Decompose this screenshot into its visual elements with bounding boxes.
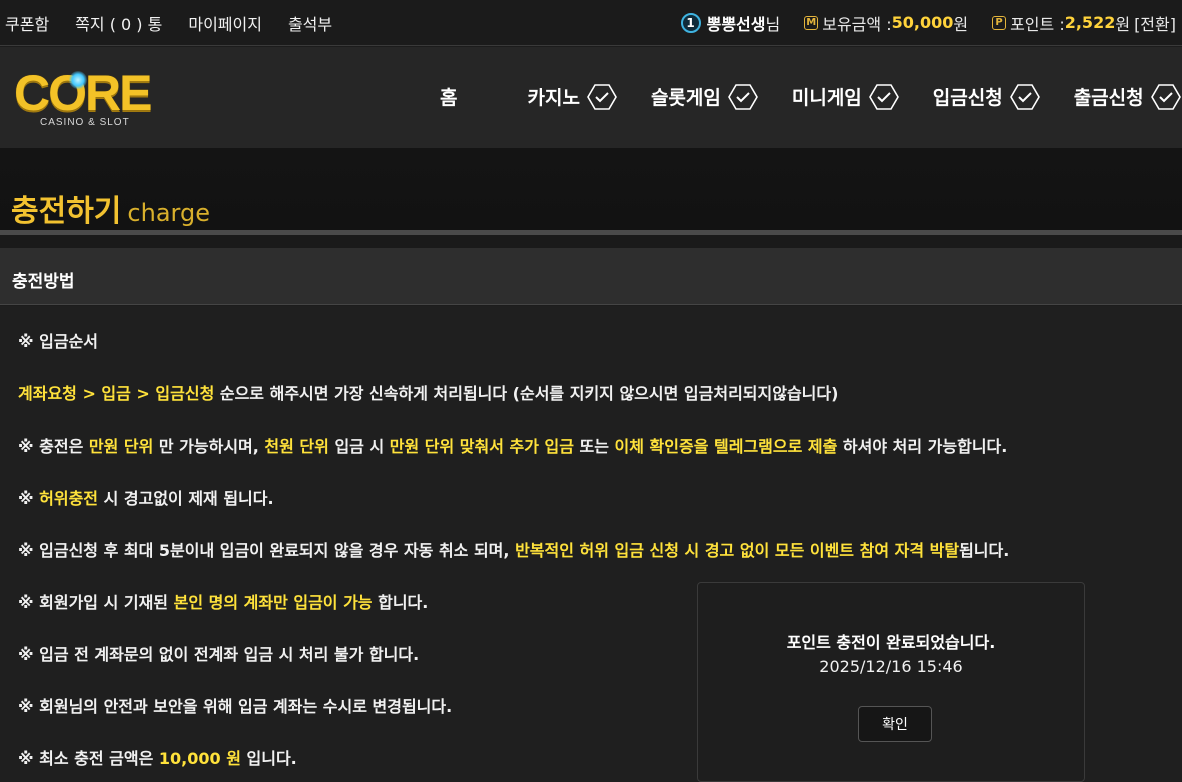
page-title-band: 충전하기 charge <box>0 148 1182 230</box>
instruction-line: ※ 허위충전 시 경고없이 제재 됩니다. <box>18 485 274 509</box>
hex-check-icon <box>1150 83 1181 110</box>
user-info: 1 뽕뽕선생 님 M 보유금액 : 50,000 원 P 포인트 : 2,522… <box>680 11 1182 35</box>
instruction-line: ※ 입금순서 <box>18 328 98 352</box>
highlight-text: 10,000 원 <box>158 749 241 768</box>
hex-check-icon <box>587 83 617 110</box>
highlight-text: 만원 단위 <box>88 437 154 456</box>
main-header: CORE CASINO & SLOT 홈 카지노 슬롯게임 미니게임 입금신청 … <box>0 47 1182 148</box>
instruction-text: 만 가능하시며, <box>153 437 265 456</box>
highlight-text: 허위충전 <box>39 489 99 508</box>
instruction-line: ※ 최소 충전 금액은 10,000 원 입니다. <box>18 745 297 769</box>
nickname-suffix: 님 <box>765 14 781 34</box>
logo-spark-icon <box>69 71 87 89</box>
attendance-link[interactable]: 출석부 <box>288 11 332 35</box>
main-nav: 홈 카지노 슬롯게임 미니게임 입금신청 출금신청 <box>440 83 1181 110</box>
site-logo[interactable]: CORE CASINO & SLOT <box>14 65 174 131</box>
level-badge-icon: 1 <box>680 12 701 33</box>
instruction-text: 됩니다. <box>959 541 1010 560</box>
page-title-ko: 충전하기 <box>11 194 122 229</box>
nav-slot[interactable]: 슬롯게임 <box>651 83 758 110</box>
nav-deposit-label: 입금신청 <box>932 87 1003 109</box>
nav-home[interactable]: 홈 <box>440 83 457 110</box>
nav-deposit[interactable]: 입금신청 <box>933 83 1040 110</box>
instruction-text: ※ 입금신청 후 최대 5분이내 입금이 완료되지 않을 경우 자동 취소 되며… <box>18 541 516 560</box>
instruction-line: ※ 회원가입 시 기재된 본인 명의 계좌만 입금이 가능 합니다. <box>18 589 428 613</box>
highlight-text: 본인 명의 계좌만 입금이 가능 <box>173 593 373 612</box>
instruction-text: ※ 회원님의 안전과 보안을 위해 입금 계좌는 수시로 변경됩니다. <box>18 697 453 716</box>
instruction-text: ※ 회원가입 시 기재된 <box>18 593 174 612</box>
instruction-text: ※ 입금순서 <box>18 332 99 351</box>
instruction-text: ※ <box>18 489 40 508</box>
money-icon: M <box>804 15 819 30</box>
point-unit: 원 <box>1115 14 1131 34</box>
section-header: 충전방법 <box>0 248 1182 305</box>
logo-subtitle: CASINO & SLOT <box>40 117 130 128</box>
nav-casino[interactable]: 카지노 <box>527 83 617 110</box>
top-bar: 쿠폰함 쪽지 ( 0 ) 통 마이페이지 출석부 1 뽕뽕선생 님 M 보유금액… <box>0 0 1182 46</box>
point-icon: P <box>992 15 1007 30</box>
nav-withdraw-label: 출금신청 <box>1073 87 1144 109</box>
page-title-en: charge <box>127 199 210 227</box>
nav-home-label: 홈 <box>440 87 458 109</box>
balance-label: 보유금액 : <box>822 14 892 34</box>
nav-withdraw[interactable]: 출금신청 <box>1074 83 1181 110</box>
nav-minigame-label: 미니게임 <box>791 87 862 109</box>
instruction-text: 순으로 해주시면 가장 신속하게 처리됩니다 (순서를 지키지 않으시면 입금처… <box>214 384 839 403</box>
confirm-button[interactable]: 확인 <box>858 706 932 742</box>
instruction-line: ※ 입금 전 계좌문의 없이 전계좌 입금 시 처리 불가 합니다. <box>18 641 419 665</box>
instruction-text: 시 경고없이 제재 됩니다. <box>98 489 274 508</box>
hex-check-icon <box>868 83 899 110</box>
point-label: 포인트 : <box>1010 14 1065 34</box>
nav-minigame[interactable]: 미니게임 <box>792 83 899 110</box>
balance-value: 50,000 <box>891 13 954 32</box>
highlight-text: 천원 단위 <box>264 437 329 456</box>
instruction-text: 입금 시 <box>328 437 390 456</box>
instruction-text: ※ 충전은 <box>18 437 89 456</box>
nav-slot-label: 슬롯게임 <box>650 87 721 109</box>
convert-button[interactable]: [전환] <box>1134 11 1176 35</box>
instruction-line: ※ 회원님의 안전과 보안을 위해 입금 계좌는 수시로 변경됩니다. <box>18 693 452 717</box>
highlight-text: 만원 단위 맞춰서 추가 입금 <box>389 437 574 456</box>
messages-link[interactable]: 쪽지 ( 0 ) 통 <box>75 11 162 35</box>
nav-casino-label: 카지노 <box>527 87 580 109</box>
notification-dialog: 포인트 충전이 완료되었습니다. 2025/12/16 15:46 확인 <box>697 582 1085 782</box>
instruction-text: ※ 최소 충전 금액은 <box>18 749 159 768</box>
instruction-text: ※ 입금 전 계좌문의 없이 전계좌 입금 시 처리 불가 합니다. <box>18 645 420 664</box>
dialog-timestamp: 2025/12/16 15:46 <box>819 657 963 676</box>
dialog-message: 포인트 충전이 완료되었습니다. <box>786 633 996 652</box>
instruction-line: ※ 충전은 만원 단위 만 가능하시며, 천원 단위 입금 시 만원 단위 맞춰… <box>18 433 1007 457</box>
instruction-line: ※ 입금신청 후 최대 5분이내 입금이 완료되지 않을 경우 자동 취소 되며… <box>18 537 1009 561</box>
highlight-text: 계좌요청 > 입금 > 입금신청 <box>18 384 215 403</box>
point-value: 2,522 <box>1064 13 1116 32</box>
section-title: 충전방법 <box>12 272 75 292</box>
instruction-text: 합니다. <box>372 593 429 612</box>
top-links: 쿠폰함 쪽지 ( 0 ) 통 마이페이지 출석부 <box>0 11 358 35</box>
page-title: 충전하기 charge <box>11 186 210 230</box>
instruction-line: 계좌요청 > 입금 > 입금신청 순으로 해주시면 가장 신속하게 처리됩니다 … <box>18 380 838 404</box>
hex-check-icon <box>1009 83 1040 110</box>
highlight-text: 이체 확인증을 텔레그램으로 제출 <box>614 437 838 456</box>
nickname: 뽕뽕선생 <box>706 14 766 34</box>
hex-check-icon <box>727 83 758 110</box>
spacer-strip <box>0 235 1182 248</box>
instruction-text: 입니다. <box>240 749 297 768</box>
mypage-link[interactable]: 마이페이지 <box>188 11 262 35</box>
instruction-text: 하셔야 처리 가능합니다. <box>837 437 1008 456</box>
instruction-text: 또는 <box>573 437 615 456</box>
balance-unit: 원 <box>953 14 969 34</box>
highlight-text: 반복적인 허위 입금 신청 시 경고 없이 모든 이벤트 참여 자격 박탈 <box>515 541 960 560</box>
coupon-link[interactable]: 쿠폰함 <box>5 11 49 35</box>
